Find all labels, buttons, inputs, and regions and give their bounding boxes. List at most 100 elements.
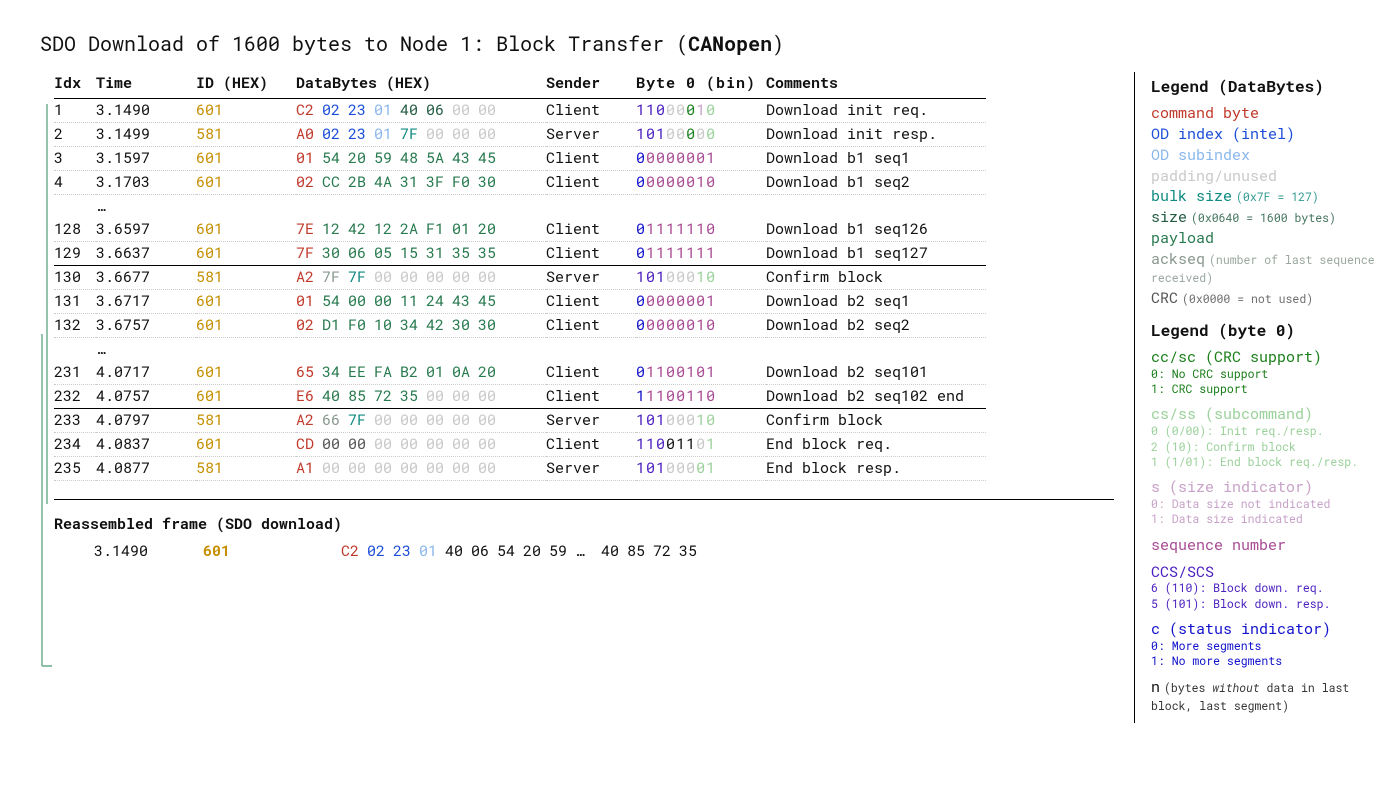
byte: 00 bbox=[478, 386, 504, 407]
bit: 1 bbox=[686, 434, 696, 454]
bit: 0 bbox=[676, 172, 686, 192]
cell-byte0: 10100001 bbox=[636, 457, 766, 481]
bit: 0 bbox=[666, 267, 676, 287]
bit: 1 bbox=[676, 434, 686, 454]
byte: 00 bbox=[348, 458, 374, 479]
reassembled-row: 3.1490 601 C20223014006542059…40857235 bbox=[54, 541, 1114, 562]
bit: 1 bbox=[666, 219, 676, 239]
bit: 0 bbox=[676, 458, 686, 478]
byte: 40 bbox=[445, 541, 471, 562]
bit: 1 bbox=[636, 267, 646, 287]
byte: 00 bbox=[400, 267, 426, 288]
byte: 00 bbox=[426, 124, 452, 145]
bit: 0 bbox=[646, 124, 656, 144]
byte: 85 bbox=[348, 386, 374, 407]
bit: 1 bbox=[646, 243, 656, 263]
byte: 23 bbox=[393, 541, 419, 562]
bit: 1 bbox=[656, 410, 666, 430]
cell-byte0: 11100110 bbox=[636, 385, 766, 409]
bit: 0 bbox=[686, 410, 696, 430]
cell-idx: 130 bbox=[54, 266, 96, 290]
hdr-id: ID (HEX) bbox=[196, 72, 296, 99]
table-row: 2334.0797581A2667F0000000000Server101000… bbox=[54, 409, 986, 433]
legend-term: cc/sc (CRC support) bbox=[1151, 347, 1322, 367]
table-row: 2324.0757601E640857235000000Client111001… bbox=[54, 385, 986, 409]
legend-sub: 0: More segments bbox=[1151, 640, 1380, 654]
bit: 1 bbox=[706, 291, 716, 311]
cell-idx: 1 bbox=[54, 99, 96, 123]
bit: 1 bbox=[706, 434, 716, 454]
bit: 0 bbox=[686, 315, 696, 335]
cell-idx: 233 bbox=[54, 409, 96, 433]
reassembled-title: Reassembled frame (SDO download) bbox=[54, 514, 1114, 535]
byte: C2 bbox=[296, 100, 322, 121]
byte: 24 bbox=[426, 291, 452, 312]
bit: 0 bbox=[706, 315, 716, 335]
byte: 35 bbox=[478, 243, 504, 264]
byte: 01 bbox=[419, 541, 445, 562]
byte: 4A bbox=[374, 172, 400, 193]
bit: 1 bbox=[706, 148, 716, 168]
byte: 01 bbox=[296, 148, 322, 169]
cell-comment: Confirm block bbox=[766, 266, 986, 290]
byte: 45 bbox=[478, 148, 504, 169]
bit: 1 bbox=[636, 124, 646, 144]
byte: 34 bbox=[400, 315, 426, 336]
byte: 11 bbox=[400, 291, 426, 312]
hdr-idx: Idx bbox=[54, 72, 96, 99]
bit: 0 bbox=[676, 267, 686, 287]
bit: 0 bbox=[636, 219, 646, 239]
cell-id: 601 bbox=[196, 171, 296, 195]
legend-term: payload bbox=[1151, 228, 1214, 248]
bit: 1 bbox=[696, 219, 706, 239]
bit: 0 bbox=[646, 267, 656, 287]
byte: 85 bbox=[627, 541, 653, 562]
cell-id: 601 bbox=[196, 242, 296, 266]
byte: F1 bbox=[426, 219, 452, 240]
bit: 1 bbox=[636, 458, 646, 478]
byte: 7F bbox=[322, 267, 348, 288]
byte: A2 bbox=[296, 267, 322, 288]
cell-comment: Download b2 seq102 end bbox=[766, 385, 986, 409]
byte: 00 bbox=[452, 434, 478, 455]
cell-time: 3.6717 bbox=[96, 290, 196, 314]
byte: F0 bbox=[348, 315, 374, 336]
cell-time: 4.0717 bbox=[96, 361, 196, 385]
byte: 00 bbox=[478, 458, 504, 479]
byte: 02 bbox=[296, 315, 322, 336]
cell-time: 4.0757 bbox=[96, 385, 196, 409]
byte: 06 bbox=[348, 243, 374, 264]
bit: 0 bbox=[636, 243, 646, 263]
legend-term: OD subindex bbox=[1151, 145, 1250, 165]
cell-bytes: C202230140060000 bbox=[296, 99, 546, 123]
bit: 0 bbox=[666, 172, 676, 192]
ellipsis: … bbox=[96, 195, 196, 219]
byte: 54 bbox=[497, 541, 523, 562]
byte: 20 bbox=[523, 541, 549, 562]
byte: EE bbox=[348, 362, 374, 383]
legend-b0-title: Legend (byte 0) bbox=[1151, 320, 1380, 342]
byte: 00 bbox=[322, 434, 348, 455]
table-row: 2354.0877581A100000000000000Server101000… bbox=[54, 457, 986, 481]
cell-time: 3.1490 bbox=[96, 99, 196, 123]
cell-id: 601 bbox=[196, 147, 296, 171]
byte: 7F bbox=[400, 124, 426, 145]
byte: 72 bbox=[374, 386, 400, 407]
byte: CC bbox=[322, 172, 348, 193]
cell-sender: Client bbox=[546, 314, 636, 338]
cell-sender: Client bbox=[546, 290, 636, 314]
bit: 0 bbox=[676, 148, 686, 168]
byte: 00 bbox=[452, 458, 478, 479]
bit: 1 bbox=[696, 267, 706, 287]
bit: 0 bbox=[666, 315, 676, 335]
bit: 0 bbox=[646, 458, 656, 478]
bit: 0 bbox=[706, 172, 716, 192]
cell-time: 3.6597 bbox=[96, 218, 196, 242]
cell-byte0: 10100010 bbox=[636, 266, 766, 290]
byte: 0A bbox=[452, 362, 478, 383]
bit: 0 bbox=[706, 410, 716, 430]
page-title: SDO Download of 1600 bytes to Node 1: Bl… bbox=[40, 30, 1380, 58]
byte: 00 bbox=[426, 267, 452, 288]
section-divider bbox=[54, 499, 1114, 500]
bit: 1 bbox=[686, 219, 696, 239]
